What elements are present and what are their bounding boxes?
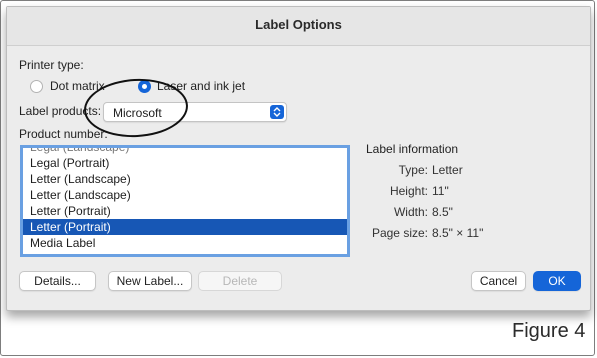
list-item[interactable]: Letter (Portrait) <box>23 203 347 219</box>
ok-button[interactable]: OK <box>533 271 581 291</box>
info-page-size-key: Page size: <box>371 226 428 240</box>
figure-caption: Figure 4 <box>512 320 586 342</box>
info-width-value: 8.5" <box>432 205 453 219</box>
list-item[interactable]: Letter (Landscape) <box>23 171 347 187</box>
list-item-selected[interactable]: Letter (Portrait) <box>23 219 347 235</box>
list-item[interactable]: Media Label <box>23 235 347 251</box>
info-width-key: Width: <box>393 205 428 219</box>
label-options-dialog: Label Options Printer type: Dot matrix L… <box>6 6 591 311</box>
new-label-button[interactable]: New Label... <box>108 271 192 291</box>
info-type-value: Letter <box>432 163 463 177</box>
info-type-key: Type: <box>398 163 428 177</box>
cancel-button[interactable]: Cancel <box>471 271 526 291</box>
product-number-label: Product number: <box>19 127 108 141</box>
list-item[interactable]: Letter (Landscape) <box>23 187 347 203</box>
product-number-list[interactable]: Legal (Landscape) Legal (Portrait) Lette… <box>20 145 350 257</box>
info-page-size-value: 8.5" × 11" <box>432 226 484 240</box>
info-height-value: 11" <box>432 184 449 198</box>
list-item[interactable]: Legal (Portrait) <box>23 155 347 171</box>
printer-type-label: Printer type: <box>19 58 84 72</box>
label-information-heading: Label information <box>366 142 459 156</box>
dot-matrix-radio[interactable] <box>30 80 43 93</box>
chevron-updown-icon <box>270 105 284 119</box>
details-button[interactable]: Details... <box>19 271 96 291</box>
delete-button[interactable]: Delete <box>198 271 282 291</box>
dialog-title: Label Options <box>7 7 590 46</box>
list-item[interactable]: Legal (Landscape) <box>23 148 347 155</box>
info-height-key: Height: <box>389 184 428 198</box>
